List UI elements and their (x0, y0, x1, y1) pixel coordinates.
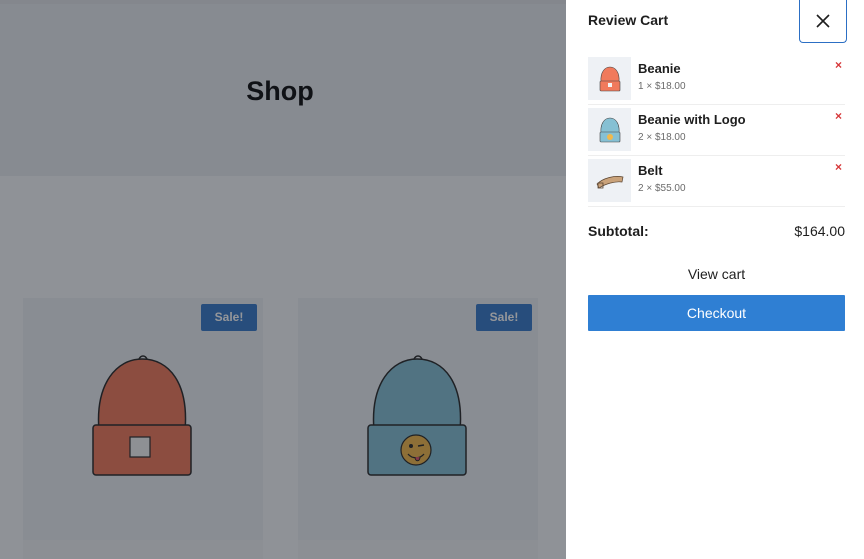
beanie-with-logo-icon (599, 117, 620, 142)
close-button[interactable] (799, 0, 847, 43)
drawer-title: Review Cart (588, 12, 669, 28)
cart-item-name[interactable]: Beanie with Logo (638, 112, 746, 127)
cart-item-quantity: 1 × $18.00 (638, 81, 686, 92)
cart-item-name[interactable]: Belt (638, 163, 663, 178)
belt-icon (596, 175, 623, 189)
cart-drawer: Review Cart Beanie 1 × $18.00 × Beanie w… (566, 0, 864, 559)
cart-item: Beanie 1 × $18.00 × (588, 54, 845, 105)
remove-item-button[interactable]: × (835, 110, 842, 122)
cart-item-thumbnail[interactable] (588, 159, 631, 202)
close-icon (816, 14, 830, 28)
cart-items-list: Beanie 1 × $18.00 × Beanie with Logo 2 ×… (588, 54, 845, 207)
cart-item-thumbnail[interactable] (588, 57, 631, 100)
checkout-button[interactable]: Checkout (588, 295, 845, 331)
cart-item-thumbnail[interactable] (588, 108, 631, 151)
cart-item: Belt 2 × $55.00 × (588, 156, 845, 207)
cart-item-name[interactable]: Beanie (638, 61, 681, 76)
cart-item: Beanie with Logo 2 × $18.00 × (588, 105, 845, 156)
remove-item-button[interactable]: × (835, 59, 842, 71)
subtotal-value: $164.00 (794, 223, 845, 239)
subtotal-label: Subtotal: (588, 223, 649, 239)
remove-item-button[interactable]: × (835, 161, 842, 173)
beanie-icon (599, 66, 620, 91)
modal-backdrop[interactable] (0, 0, 566, 559)
cart-item-quantity: 2 × $18.00 (638, 132, 686, 143)
cart-item-quantity: 2 × $55.00 (638, 183, 686, 194)
view-cart-link[interactable]: View cart (588, 266, 845, 282)
